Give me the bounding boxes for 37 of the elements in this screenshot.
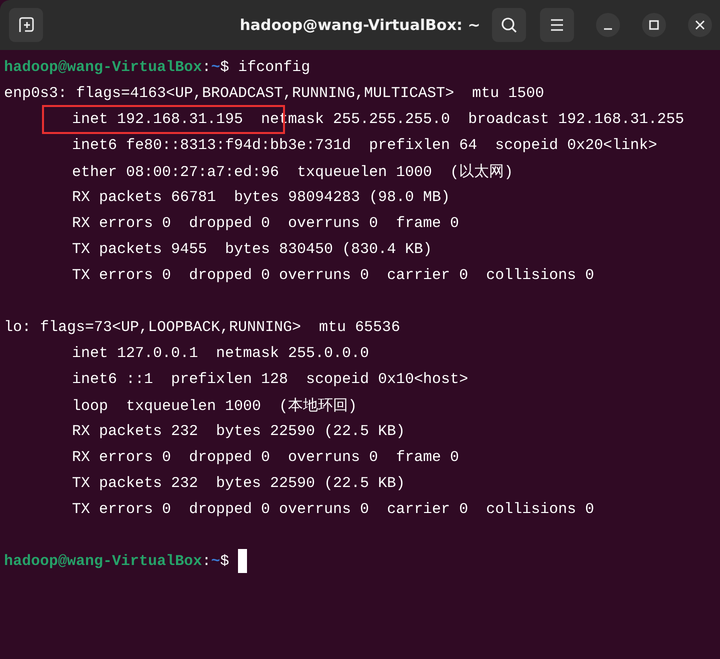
output-line: TX errors 0 dropped 0 overruns 0 carrier 0 collisions 0 [72, 266, 594, 284]
prompt-user: hadoop@wang-VirtualBox [4, 58, 202, 76]
minimize-icon [603, 28, 613, 30]
prompt-path: ~ [211, 58, 220, 76]
maximize-button[interactable] [642, 13, 666, 37]
output-line: loop txqueuelen 1000 (本地环回) [72, 396, 358, 414]
menu-button[interactable] [540, 8, 574, 42]
prompt-symbol: $ [220, 552, 230, 570]
output-line: RX errors 0 dropped 0 overruns 0 frame 0 [72, 214, 460, 232]
output-line: TX errors 0 dropped 0 overruns 0 carrier 0 collisions 0 [72, 500, 594, 518]
output-line: inet 127.0.0.1 netmask 255.0.0.0 [72, 344, 370, 362]
command-text: ifconfig [238, 58, 310, 76]
prompt-user: hadoop@wang-VirtualBox [4, 552, 202, 570]
close-button[interactable] [688, 13, 712, 37]
output-line: inet6 ::1 prefixlen 128 scopeid 0x10<host> [72, 370, 468, 388]
search-button[interactable] [492, 8, 526, 42]
prompt-separator: : [202, 58, 212, 76]
output-line: RX errors 0 dropped 0 overruns 0 frame 0 [72, 448, 460, 466]
prompt-separator: : [202, 552, 212, 570]
prompt-path: ~ [211, 552, 220, 570]
minimize-button[interactable] [596, 13, 620, 37]
new-tab-button[interactable] [9, 8, 43, 42]
window-title: hadoop@wang-VirtualBox: ~ [240, 16, 480, 34]
maximize-icon [648, 19, 660, 31]
search-icon [500, 16, 518, 34]
output-line: ether 08:00:27:a7:ed:96 txqueuelen 1000 (以太网) [72, 162, 514, 180]
menu-icon [549, 18, 565, 32]
output-line: lo: flags=73<UP,LOOPBACK,RUNNING> mtu 65536 [4, 318, 400, 336]
new-tab-icon [17, 16, 35, 34]
output-line: TX packets 232 bytes 22590 (22.5 KB) [72, 474, 406, 492]
output-line: TX packets 9455 bytes 830450 (830.4 KB) [72, 240, 432, 258]
prompt-symbol: $ [220, 58, 230, 76]
close-icon [694, 19, 706, 31]
output-line: enp0s3: flags=4163<UP,BROADCAST,RUNNING,MULTICAST> mtu 1500 [4, 84, 544, 102]
output-line: inet6 fe80::8313:f94d:bb3e:731d prefixlen 64 scopeid 0x20<link> [72, 136, 658, 154]
output-line: RX packets 232 bytes 22590 (22.5 KB) [72, 422, 406, 440]
output-line: RX packets 66781 bytes 98094283 (98.0 MB) [72, 188, 450, 206]
